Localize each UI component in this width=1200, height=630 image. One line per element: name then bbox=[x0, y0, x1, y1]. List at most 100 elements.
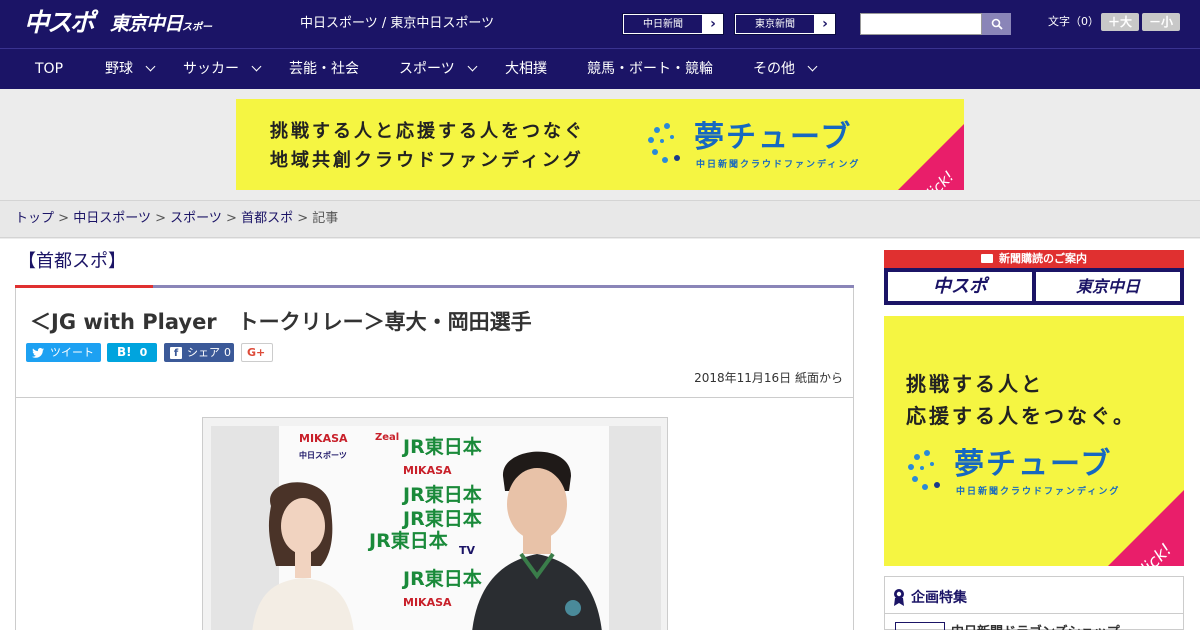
breadcrumb-shuto-spo[interactable]: 首都スポ bbox=[241, 211, 293, 226]
nav-item-sports[interactable]: スポーツ bbox=[399, 49, 478, 89]
breadcrumb-current: 記事 bbox=[312, 211, 339, 226]
dots-icon bbox=[646, 121, 690, 165]
banner-copy: 挑戦する人と応援する人をつなぐ 地域共創クラウドファンディング bbox=[270, 117, 585, 175]
top-ad-banner[interactable]: 挑戦する人と応援する人をつなぐ 地域共創クラウドファンディング 夢チューブ 中日… bbox=[236, 99, 964, 190]
tweet-button[interactable]: ツイート bbox=[26, 343, 101, 362]
side-ad-banner[interactable]: 挑戦する人と 応援する人をつなぐ。 夢チューブ 中日新聞クラウドファンディング … bbox=[884, 316, 1184, 566]
font-decrease-button[interactable]: －小 bbox=[1142, 13, 1180, 31]
breadcrumb: トップ > 中日スポーツ > スポーツ > 首都スポ > 記事 bbox=[15, 211, 338, 227]
search-button[interactable] bbox=[982, 13, 1011, 35]
subscription-box: 新聞購読のご案内 中スポ 東京中日 bbox=[884, 250, 1184, 305]
article-photo[interactable]: MIKASA Zeal JR東日本 中日スポーツ MIKASA JR東日本 JR… bbox=[211, 426, 661, 630]
feature-title: 企画特集 bbox=[911, 590, 967, 606]
chuspo-logo[interactable]: 中スポ bbox=[24, 8, 102, 38]
side-ad-line1: 挑戦する人と bbox=[906, 372, 1044, 396]
nav-label: 大相撲 bbox=[505, 61, 547, 77]
chunichi-shimbun-label: 中日新聞 bbox=[623, 14, 703, 34]
side-ad-line2: 応援する人をつなぐ。 bbox=[906, 404, 1136, 428]
breadcrumb-separator: > bbox=[155, 211, 166, 226]
divider bbox=[16, 397, 853, 398]
nav-item-racing[interactable]: 競馬・ボート・競輪 bbox=[587, 49, 713, 89]
nav-label: 芸能・社会 bbox=[289, 61, 359, 77]
chevron-down-icon bbox=[251, 61, 262, 72]
feature-box: 企画特集 中日新聞ドラゴンズショップ bbox=[884, 576, 1184, 630]
article-card: ＜JG with Player トークリレー＞専大・岡田選手 ツイート B! 0… bbox=[15, 288, 854, 630]
chevron-down-icon bbox=[145, 61, 156, 72]
chevron-right-icon: › bbox=[710, 16, 716, 32]
google-plus-icon: G+ bbox=[247, 346, 266, 359]
dots-icon bbox=[906, 448, 950, 492]
banner-line2: 地域共創クラウドファンディング bbox=[270, 150, 584, 171]
chunichi-shimbun-button[interactable]: 中日新聞 › bbox=[622, 13, 724, 35]
facebook-count: 0 bbox=[224, 346, 231, 359]
hatena-icon: B! bbox=[117, 345, 132, 359]
breadcrumb-top[interactable]: トップ bbox=[15, 211, 54, 226]
nav-item-soccer[interactable]: サッカー bbox=[183, 49, 262, 89]
nav-label: 野球 bbox=[105, 61, 133, 77]
man-figure bbox=[472, 451, 602, 630]
article-date: 2018年11月16日 紙面から bbox=[694, 371, 843, 385]
feature-heading: 企画特集 bbox=[893, 587, 967, 607]
chevron-right-icon: › bbox=[822, 16, 828, 32]
side-ad-copy: 挑戦する人と 応援する人をつなぐ。 bbox=[906, 368, 1136, 432]
tokyo-logo-text: 東京中日 bbox=[110, 13, 183, 35]
breadcrumb-separator: > bbox=[297, 211, 309, 226]
chevron-down-icon bbox=[807, 61, 818, 72]
nav-label: サッカー bbox=[183, 61, 239, 77]
woman-figure bbox=[252, 482, 354, 630]
site-header: 中スポ 東京中日スポーツ 中日スポーツ / 東京中日スポーツ 中日新聞 › 東京… bbox=[0, 0, 1200, 65]
section-title: 【首都スポ】 bbox=[18, 251, 126, 272]
nav-item-other[interactable]: その他 bbox=[753, 49, 818, 89]
chevron-down-icon bbox=[467, 61, 478, 72]
nav-item-top[interactable]: TOP bbox=[35, 49, 63, 89]
nav-item-entertainment[interactable]: 芸能・社会 bbox=[289, 49, 359, 89]
tweet-label: ツイート bbox=[50, 346, 94, 359]
tokyo-chunichi-logo[interactable]: 東京中日スポーツ bbox=[110, 10, 220, 65]
search-input[interactable] bbox=[860, 13, 982, 35]
banner-brand: 夢チューブ bbox=[694, 120, 853, 155]
nav-item-sumo[interactable]: 大相撲 bbox=[505, 49, 547, 89]
hatena-count: 0 bbox=[139, 346, 148, 359]
breadcrumb-chunichi-sports[interactable]: 中日スポーツ bbox=[73, 211, 151, 226]
nav-label: その他 bbox=[753, 61, 795, 77]
nav-label: スポーツ bbox=[399, 61, 455, 77]
article-headline: ＜JG with Player トークリレー＞専大・岡田選手 bbox=[30, 310, 532, 334]
subscription-logos: 中スポ 東京中日 bbox=[884, 268, 1184, 305]
tokyo-shimbun-label: 東京新聞 bbox=[735, 14, 815, 34]
breadcrumb-separator: > bbox=[226, 211, 237, 226]
divider bbox=[885, 613, 1183, 614]
side-ad-brand-sub: 中日新聞クラウドファンディング bbox=[956, 487, 1121, 497]
subscription-title: 新聞購読のご案内 bbox=[999, 252, 1087, 265]
facebook-icon: f bbox=[170, 346, 182, 359]
breadcrumb-sports[interactable]: スポーツ bbox=[170, 211, 222, 226]
backdrop-mikasa-2: MIKASA bbox=[403, 464, 452, 477]
yume-tube-logo: 夢チューブ 中日新聞クラウドファンディング bbox=[906, 448, 1118, 497]
subscribe-tokyo-button[interactable]: 東京中日 bbox=[1036, 272, 1180, 301]
breadcrumb-bar: トップ > 中日スポーツ > スポーツ > 首都スポ > 記事 bbox=[0, 200, 1200, 238]
font-increase-button[interactable]: ＋大 bbox=[1101, 13, 1139, 31]
site-links[interactable]: 中日スポーツ / 東京中日スポーツ bbox=[300, 16, 494, 32]
twitter-icon bbox=[32, 347, 44, 358]
backdrop-chuspo: 中日スポーツ bbox=[299, 451, 347, 460]
breadcrumb-separator: > bbox=[58, 211, 70, 226]
facebook-share-button[interactable]: f シェア 0 bbox=[164, 343, 234, 362]
backdrop-mikasa-3: MIKASA bbox=[403, 596, 452, 609]
nav-label: TOP bbox=[35, 61, 64, 77]
main-nav: TOP 野球 サッカー 芸能・社会 スポーツ 大相撲 競馬・ボート・競輪 その他 bbox=[0, 48, 1200, 89]
side-ad-brand: 夢チューブ bbox=[954, 447, 1113, 482]
backdrop-mikasa: MIKASA bbox=[299, 432, 348, 445]
feature-thumbnail[interactable] bbox=[895, 622, 945, 630]
yume-tube-logo: 夢チューブ 中日新聞クラウドファンディング bbox=[646, 121, 858, 170]
facebook-label: シェア bbox=[187, 346, 220, 359]
gplus-button[interactable]: G+ bbox=[241, 343, 273, 362]
newspaper-icon bbox=[981, 254, 993, 263]
banner-line1: 挑戦する人と応援する人をつなぐ bbox=[270, 121, 585, 142]
nav-label: 競馬・ボート・競輪 bbox=[587, 61, 713, 77]
feature-item-link[interactable]: 中日新聞ドラゴンズショップ bbox=[951, 621, 1120, 630]
nav-item-baseball[interactable]: 野球 bbox=[105, 49, 156, 89]
tokyo-shimbun-button[interactable]: 東京新聞 › bbox=[734, 13, 836, 35]
search-icon bbox=[991, 18, 1003, 30]
subscribe-chuspo-button[interactable]: 中スポ bbox=[888, 272, 1032, 301]
backdrop-zeal: Zeal bbox=[375, 432, 400, 443]
hatena-button[interactable]: B! 0 bbox=[107, 343, 157, 362]
